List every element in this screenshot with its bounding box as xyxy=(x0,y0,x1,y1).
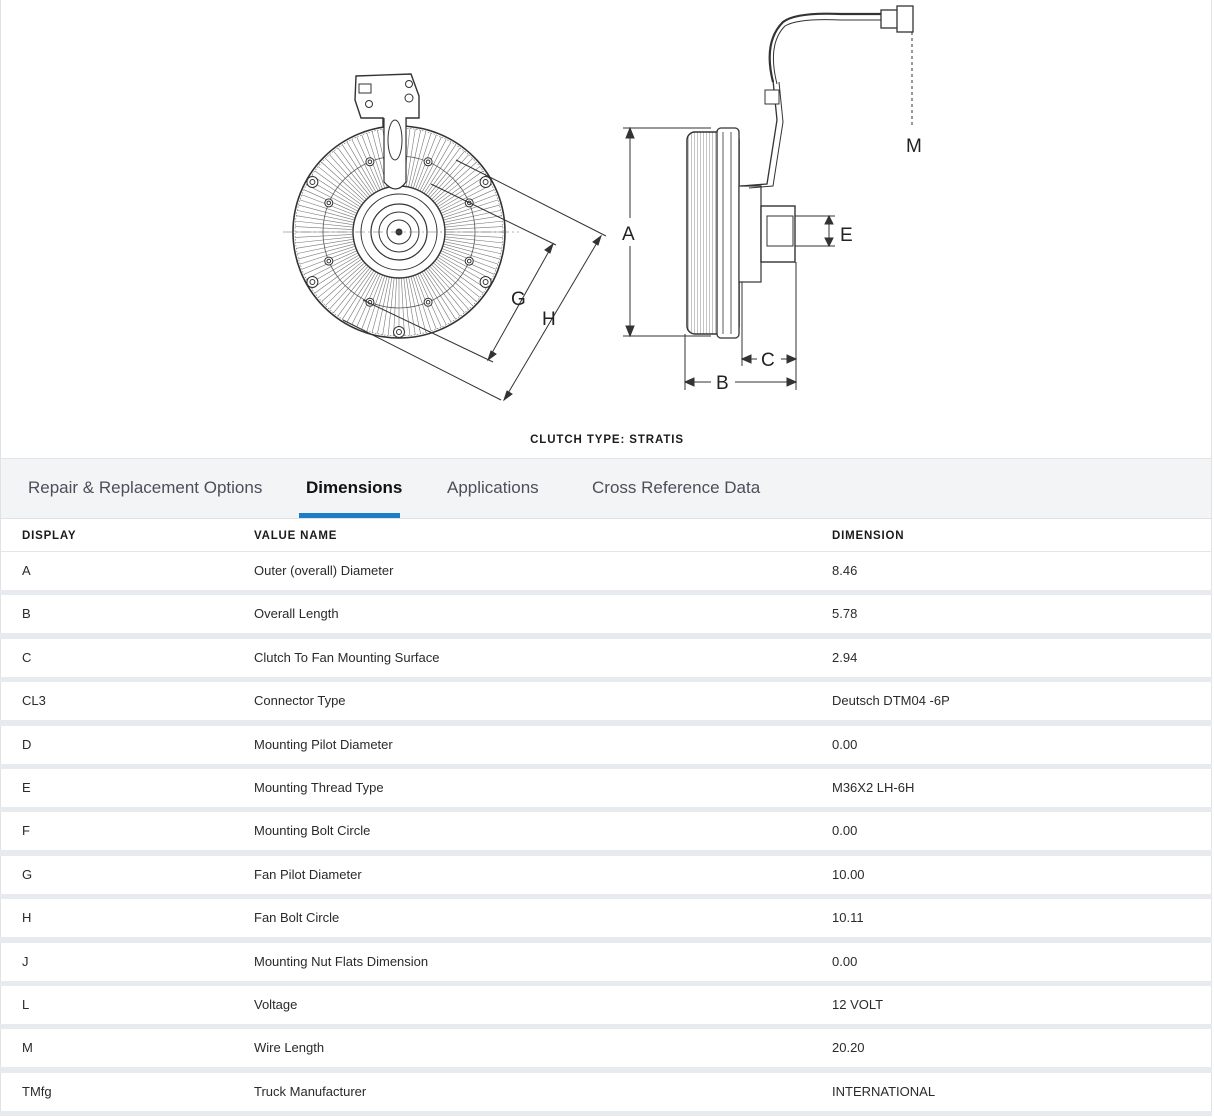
cell-dimension: M36X2 LH-6H xyxy=(832,779,915,795)
column-header-dimension: DIMENSION xyxy=(832,530,905,542)
cell-dimension: 2.94 xyxy=(832,649,858,665)
tab-cross-reference-data[interactable]: Cross Reference Data xyxy=(592,459,760,519)
cell-display: H xyxy=(22,910,32,926)
cell-dimension: 0.00 xyxy=(832,823,858,839)
cell-display: M xyxy=(22,1040,33,1056)
column-header-display: DISPLAY xyxy=(22,530,77,542)
table-row: CL3 Connector Type Deutsch DTM04 -6P xyxy=(0,682,1212,721)
table-row: C Clutch To Fan Mounting Surface 2.94 xyxy=(0,638,1212,677)
cell-dimension: INTERNATIONAL xyxy=(832,1083,936,1099)
technical-drawing-panel: G H M A E C B CLUTCH TYPE: STRATIS xyxy=(0,0,1212,458)
cell-dimension: 12 VOLT xyxy=(832,996,884,1012)
cell-value-name: Fan Pilot Diameter xyxy=(254,866,362,882)
cell-value-name: Clutch To Fan Mounting Surface xyxy=(254,649,440,665)
front-view xyxy=(283,73,519,339)
table-header: DISPLAY VALUE NAME DIMENSION xyxy=(0,519,1212,552)
cell-dimension: 0.00 xyxy=(832,736,858,752)
cell-value-name: Mounting Bolt Circle xyxy=(254,823,371,839)
cell-value-name: Mounting Thread Type xyxy=(254,779,384,795)
column-header-value-name: VALUE NAME xyxy=(254,530,338,542)
tab-repair-replacement-options[interactable]: Repair & Replacement Options xyxy=(28,459,262,519)
cell-display: L xyxy=(22,996,30,1012)
table-row: F Mounting Bolt Circle 0.00 xyxy=(0,812,1212,851)
cell-dimension: 20.20 xyxy=(832,1040,865,1056)
cell-display: D xyxy=(22,736,32,752)
dimension-label-b: B xyxy=(716,373,729,394)
cell-value-name: Wire Length xyxy=(254,1040,325,1056)
table-row: J Mounting Nut Flats Dimension 0.00 xyxy=(0,942,1212,981)
cell-display: CL3 xyxy=(22,693,46,709)
active-tab-indicator xyxy=(299,513,400,518)
cell-value-name: Mounting Nut Flats Dimension xyxy=(254,953,429,969)
row-divider xyxy=(0,1110,1212,1117)
dimension-label-m: M xyxy=(906,136,922,157)
cell-display: E xyxy=(22,779,31,795)
cell-display: F xyxy=(22,823,30,839)
table-row: TMfg Truck Manufacturer INTERNATIONAL xyxy=(0,1072,1212,1111)
cell-value-name: Outer (overall) Diameter xyxy=(254,563,394,578)
cell-value-name: Mounting Pilot Diameter xyxy=(254,736,393,752)
table-row: G Fan Pilot Diameter 10.00 xyxy=(0,855,1212,894)
table-row: B Overall Length 5.78 xyxy=(0,595,1212,634)
table-row: D Mounting Pilot Diameter 0.00 xyxy=(0,725,1212,764)
side-view xyxy=(686,5,914,339)
table-row: L Voltage 12 VOLT xyxy=(0,985,1212,1024)
cell-value-name: Voltage xyxy=(254,996,298,1012)
dimension-label-h: H xyxy=(542,309,556,330)
cell-value-name: Truck Manufacturer xyxy=(254,1083,367,1099)
cell-display: G xyxy=(22,866,33,882)
table-row: A Outer (overall) Diameter 8.46 xyxy=(0,552,1212,590)
cell-dimension: Deutsch DTM04 -6P xyxy=(832,693,950,709)
dimension-label-e: E xyxy=(840,225,853,246)
dimension-e xyxy=(795,214,835,248)
cell-dimension: 0.00 xyxy=(832,953,858,969)
cell-dimension: 5.78 xyxy=(832,606,858,622)
cell-dimension: 10.00 xyxy=(832,866,865,882)
cell-display: C xyxy=(22,649,32,665)
cell-display: TMfg xyxy=(22,1083,52,1099)
tab-dimensions[interactable]: Dimensions xyxy=(306,459,402,519)
dimensions-table-body: A Outer (overall) Diameter 8.46 B Overal… xyxy=(0,552,1214,1117)
dimension-label-g: G xyxy=(511,289,526,310)
tab-bar: Repair & Replacement Options Dimensions … xyxy=(0,458,1212,519)
cell-dimension: 10.11 xyxy=(832,910,864,926)
tab-applications[interactable]: Applications xyxy=(447,459,539,519)
cell-display: B xyxy=(22,606,31,622)
cell-display: J xyxy=(22,953,29,969)
table-row: H Fan Bolt Circle 10.11 xyxy=(0,899,1212,938)
cell-value-name: Connector Type xyxy=(254,693,346,709)
dimension-label-a: A xyxy=(622,224,635,245)
cell-value-name: Fan Bolt Circle xyxy=(254,910,340,926)
dimension-b xyxy=(683,334,798,390)
figure-caption: CLUTCH TYPE: STRATIS xyxy=(530,434,684,446)
fan-clutch-diagram: G H M A E C B xyxy=(283,5,922,402)
table-row: M Wire Length 20.20 xyxy=(0,1029,1212,1068)
dimension-label-c: C xyxy=(761,350,775,371)
table-row: E Mounting Thread Type M36X2 LH-6H xyxy=(0,768,1212,807)
cell-value-name: Overall Length xyxy=(254,606,339,622)
cell-display: A xyxy=(22,563,31,578)
cell-dimension: 8.46 xyxy=(832,563,858,578)
